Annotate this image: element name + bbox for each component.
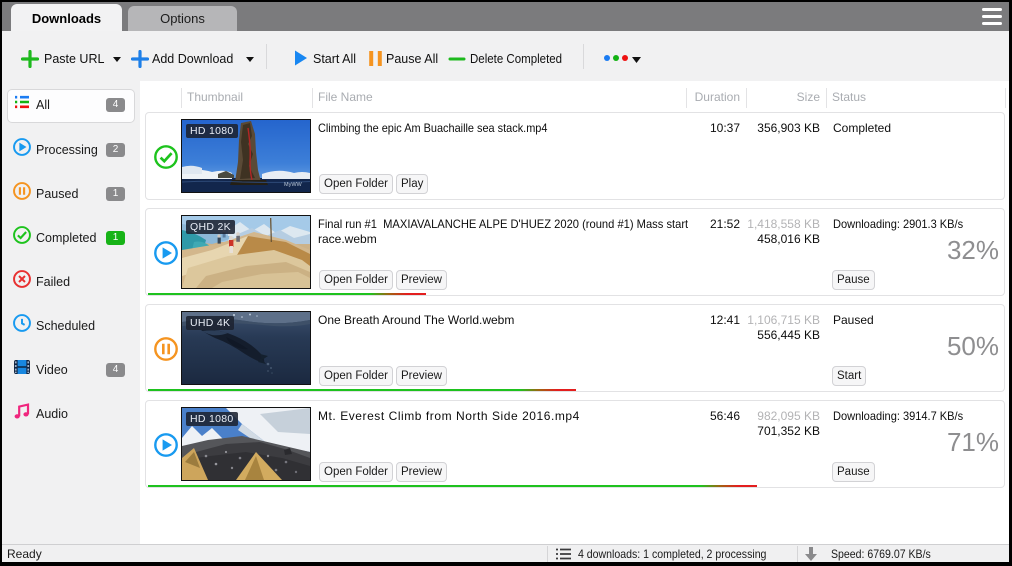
svg-text:MyWW: MyWW — [284, 182, 303, 188]
